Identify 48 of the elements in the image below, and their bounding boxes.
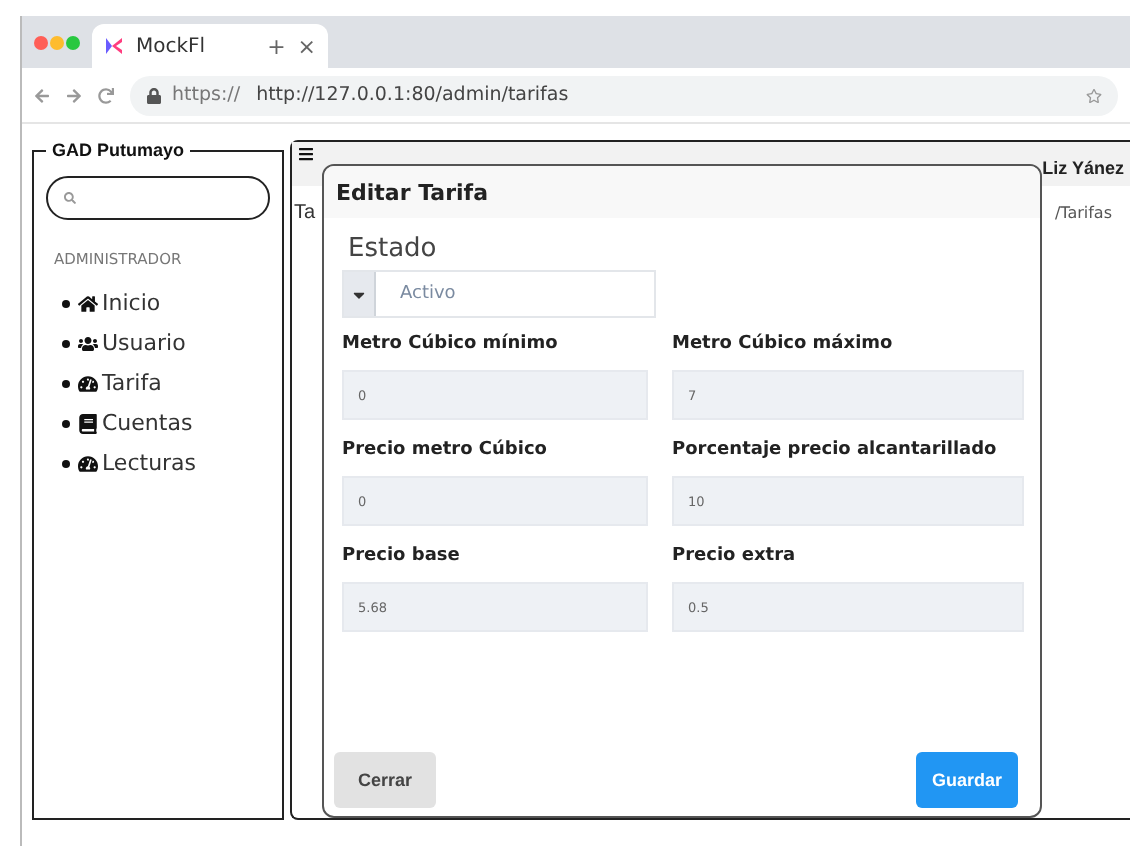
close-tab-button[interactable]: × (297, 35, 316, 57)
field-label: Porcentaje precio alcantarillado (672, 440, 999, 460)
bullet-icon (62, 299, 70, 307)
field-label: Precio metro Cúbico (342, 440, 549, 460)
sidebar-item[interactable]: Inicio (62, 288, 270, 318)
lock-icon (146, 87, 162, 103)
dialog-title: Editar Tarifa (324, 166, 1040, 218)
save-button[interactable]: Guardar (916, 752, 1018, 808)
tab-title: MockFl (136, 35, 208, 57)
field-label: Precio extra (672, 546, 798, 566)
gauge-icon (78, 453, 98, 473)
status-select[interactable]: Activo (342, 270, 656, 318)
search-field[interactable] (46, 176, 270, 220)
bullet-icon (62, 379, 70, 387)
window-controls-icon[interactable] (34, 35, 80, 49)
users-icon (78, 333, 98, 353)
bullet-icon (62, 419, 70, 427)
sidebar-title: GAD Putumayo (50, 140, 187, 160)
sidebar-item[interactable]: Lecturas (62, 448, 270, 478)
field-label: Metro Cúbico mínimo (342, 334, 560, 354)
search-icon (64, 192, 76, 204)
field-label: Precio base (342, 546, 462, 566)
page-title: Ta (294, 202, 316, 224)
new-tab-button[interactable]: + (267, 35, 286, 57)
sidebar-item[interactable]: Cuentas (62, 408, 270, 438)
forward-icon[interactable] (66, 87, 82, 103)
star-icon[interactable] (1086, 87, 1102, 103)
bullet-icon (62, 339, 70, 347)
logo-icon (104, 36, 124, 56)
url-scheme: https:// (172, 84, 241, 106)
sidebar-item[interactable]: Tarifa (62, 368, 270, 398)
home-icon (78, 293, 98, 313)
url-text: http://127.0.0.1:80/admin/tarifas (256, 84, 571, 106)
close-button[interactable]: Cerrar (334, 752, 436, 808)
caret-icon (344, 272, 376, 316)
field-label: Estado (348, 234, 439, 264)
reload-icon[interactable] (98, 87, 114, 103)
sidebar-item[interactable]: Usuario (62, 328, 270, 358)
field-label: Metro Cúbico máximo (672, 334, 895, 354)
menu-icon[interactable] (298, 146, 314, 162)
gauge-icon (78, 373, 98, 393)
breadcrumb: /Tarifas (1054, 204, 1112, 222)
address-bar[interactable]: https:// http://127.0.0.1:80/admin/tarifas (130, 75, 1118, 115)
user-name[interactable]: Liz Yánez (1042, 158, 1124, 178)
browser-tab[interactable]: MockFl + × (92, 24, 328, 68)
book-icon (78, 413, 98, 433)
back-icon[interactable] (34, 87, 50, 103)
bullet-icon (62, 459, 70, 467)
